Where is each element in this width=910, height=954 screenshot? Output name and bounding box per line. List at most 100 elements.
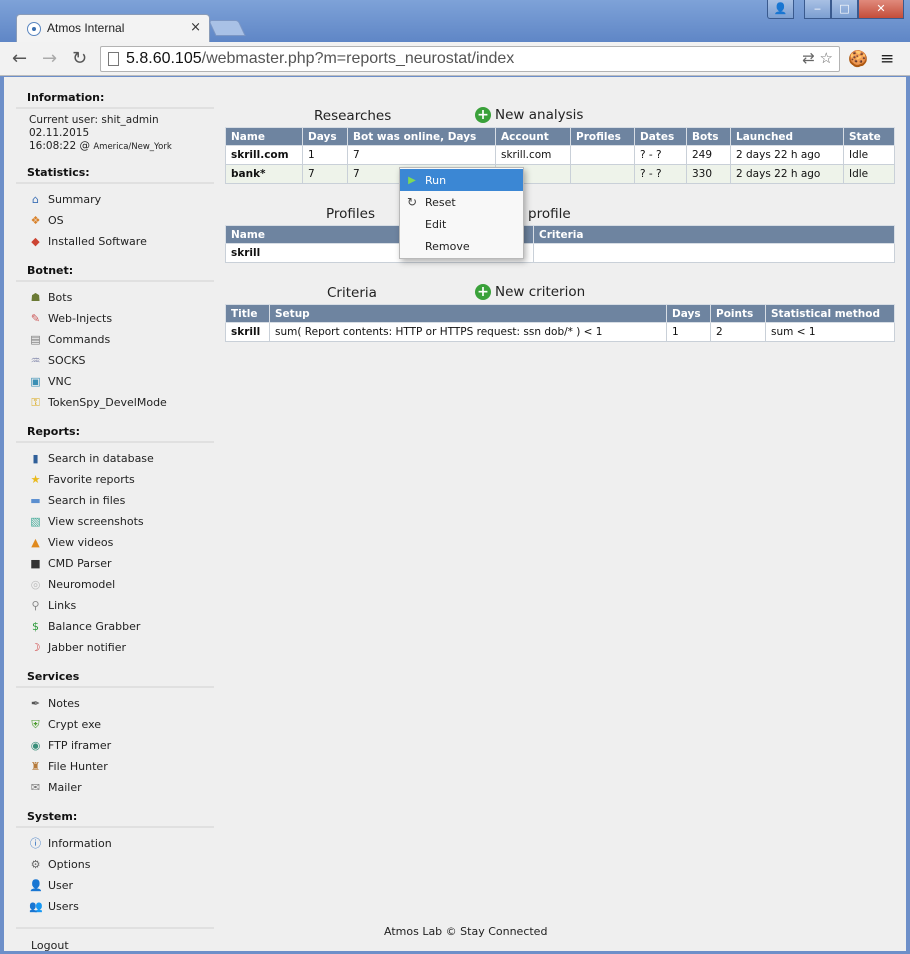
sidebar-item-crypt-exe[interactable]: ⛨ Crypt exe [16,714,214,735]
sidebar-item-mailer[interactable]: ✉ Mailer [16,777,214,798]
software-icon: ◆ [31,235,40,248]
refresh-icon: ↻ [406,195,418,209]
table-header-row: Title Setup Days Points Statistical meth… [225,304,895,323]
jabber-icon: ☽ [30,641,41,654]
sidebar-item-jabber-notifier[interactable]: ☽ Jabber notifier [16,637,214,658]
profiles-title: Profiles [326,206,376,222]
key-icon: ⚿ [31,396,40,409]
sidebar-item-commands[interactable]: ▤ Commands [16,329,214,350]
user-icon: 👤 [29,879,43,892]
table-row[interactable]: skrill.com 1 7 skrill.com? - ? 249 2 days 22 … [225,145,895,165]
sidebar-item-balance-grabber[interactable]: $ Balance Grabber [16,616,214,637]
feather-icon: ✒ [30,697,41,710]
sidebar-item-favorite-reports[interactable]: ★ Favorite reports [16,469,214,490]
bookmark-star-icon[interactable]: ☆ [820,49,833,67]
menu-item-reset[interactable]: ↻ Reset [400,191,523,213]
users-icon: 👥 [29,900,43,913]
play-icon: ▶ [408,174,416,186]
sidebar-item-user[interactable]: 👤 User [16,875,214,896]
sidebar-item-ftp-iframer[interactable]: ◉ FTP iframer [16,735,214,756]
researches-table: Name Days Bot was online, Days Account P… [225,127,895,184]
table-header-row: Name Criteria [225,225,895,244]
screenshot-icon: ▧ [30,515,41,528]
new-tab-button[interactable] [208,20,246,36]
logout-link[interactable]: Logout [16,927,214,952]
sidebar-item-summary[interactable]: ⌂ Summary [16,189,214,210]
menu-item-edit[interactable]: Edit [400,213,523,235]
database-book-icon: ▮ [32,452,39,465]
sidebar-item-users[interactable]: 👥 Users [16,896,214,917]
new-analysis-link[interactable]: + New analysis [475,107,583,123]
syringe-icon: ✎ [30,312,41,325]
menu-icon[interactable]: ≡ [880,49,894,69]
new-criterion-link[interactable]: + New criterion [475,284,585,300]
sidebar-item-links[interactable]: ⚲ Links [16,595,214,616]
monitor-icon: ▣ [30,375,41,388]
atmos-favicon-icon [27,22,41,36]
botnet-heading: Botnet: [16,252,214,282]
plus-icon: + [475,107,491,123]
sidebar-item-file-hunter[interactable]: ♜ File Hunter [16,756,214,777]
current-time: 16:08:22 @ America/New_York [29,140,172,152]
maximize-button[interactable]: □ [831,0,858,19]
sidebar-item-bots[interactable]: ☗ Bots [16,287,214,308]
table-row[interactable]: skrill sum( Report contents: HTTP or HTTP… [225,322,895,342]
new-profile-link[interactable]: profile [528,206,571,222]
url-path: /webmaster.php?m=reports_neurostat/index [201,50,515,67]
table-row[interactable]: skrill [225,243,895,263]
reports-heading: Reports: [16,413,214,443]
socks-icon: ♒ [30,354,41,367]
sidebar-item-neuromodel[interactable]: ◎ Neuromodel [16,574,214,595]
browser-toolbar: ← → ↻ 5.8.60.105/webmaster.php?m=reports… [0,42,910,76]
cookie-extension-icon[interactable]: 🍪 [848,49,868,68]
close-window-button[interactable]: ✕ [858,0,904,19]
sidebar-item-view-videos[interactable]: ▲ View videos [16,532,214,553]
profile-button[interactable]: 👤 [767,0,794,19]
timezone: America/New_York [93,142,172,152]
translate-icon[interactable]: ⇄ [802,49,815,67]
file-hunter-icon: ♜ [30,760,41,773]
tab-close-icon[interactable]: × [190,20,201,35]
table-row[interactable]: bank* 7 7? - ? 330 2 days 22 h ago Idle [225,164,895,184]
minimize-button[interactable]: ‒ [804,0,831,19]
information-heading: Information: [16,85,214,109]
sidebar-item-view-screenshots[interactable]: ▧ View screenshots [16,511,214,532]
reload-button[interactable]: ↻ [72,48,87,69]
star-icon: ★ [30,473,41,486]
sidebar-item-options[interactable]: ⚙ Options [16,854,214,875]
back-button[interactable]: ← [12,48,27,69]
footer: Atmos Lab © Stay Connected [384,925,548,938]
forward-button[interactable]: → [42,48,57,69]
gear-icon: ⚙ [30,858,41,871]
clipboard-icon: ▤ [30,333,41,346]
address-bar[interactable]: 5.8.60.105/webmaster.php?m=reports_neuro… [100,46,840,72]
sidebar-item-tokenspy[interactable]: ⚿ TokenSpy_DevelMode [16,392,214,413]
page-icon [108,52,119,66]
home-icon: ⌂ [32,193,39,206]
mail-icon: ✉ [30,781,41,794]
sidebar-item-vnc[interactable]: ▣ VNC [16,371,214,392]
magnifier-icon: ⚲ [31,599,40,612]
sidebar-item-installed-software[interactable]: ◆ Installed Software [16,231,214,252]
sidebar-item-web-injects[interactable]: ✎ Web-Injects [16,308,214,329]
current-user: Current user: shit_admin [29,114,159,126]
sidebar-item-os[interactable]: ❖ OS [16,210,214,231]
menu-item-run[interactable]: ▶ Run [400,169,523,191]
sidebar-item-information[interactable]: ⓘ Information [16,833,214,854]
neuromodel-icon: ◎ [30,578,41,591]
info-icon: ⓘ [30,837,41,850]
sidebar-item-socks[interactable]: ♒ SOCKS [16,350,214,371]
sidebar-item-notes[interactable]: ✒ Notes [16,693,214,714]
table-header-row: Name Days Bot was online, Days Account P… [225,127,895,146]
criteria-table: Title Setup Days Points Statistical meth… [225,304,895,342]
sidebar: Information: Current user: shit_admin 02… [16,85,214,952]
system-heading: System: [16,798,214,828]
sidebar-item-cmd-parser[interactable]: ■ CMD Parser [16,553,214,574]
criteria-title: Criteria [327,285,377,301]
sidebar-item-search-files[interactable]: ▬ Search in files [16,490,214,511]
current-date: 02.11.2015 [29,127,90,139]
browser-tab[interactable]: Atmos Internal × [16,14,210,42]
profiles-table: Name Criteria skrill [225,225,895,263]
sidebar-item-search-database[interactable]: ▮ Search in database [16,448,214,469]
menu-item-remove[interactable]: Remove [400,235,523,257]
